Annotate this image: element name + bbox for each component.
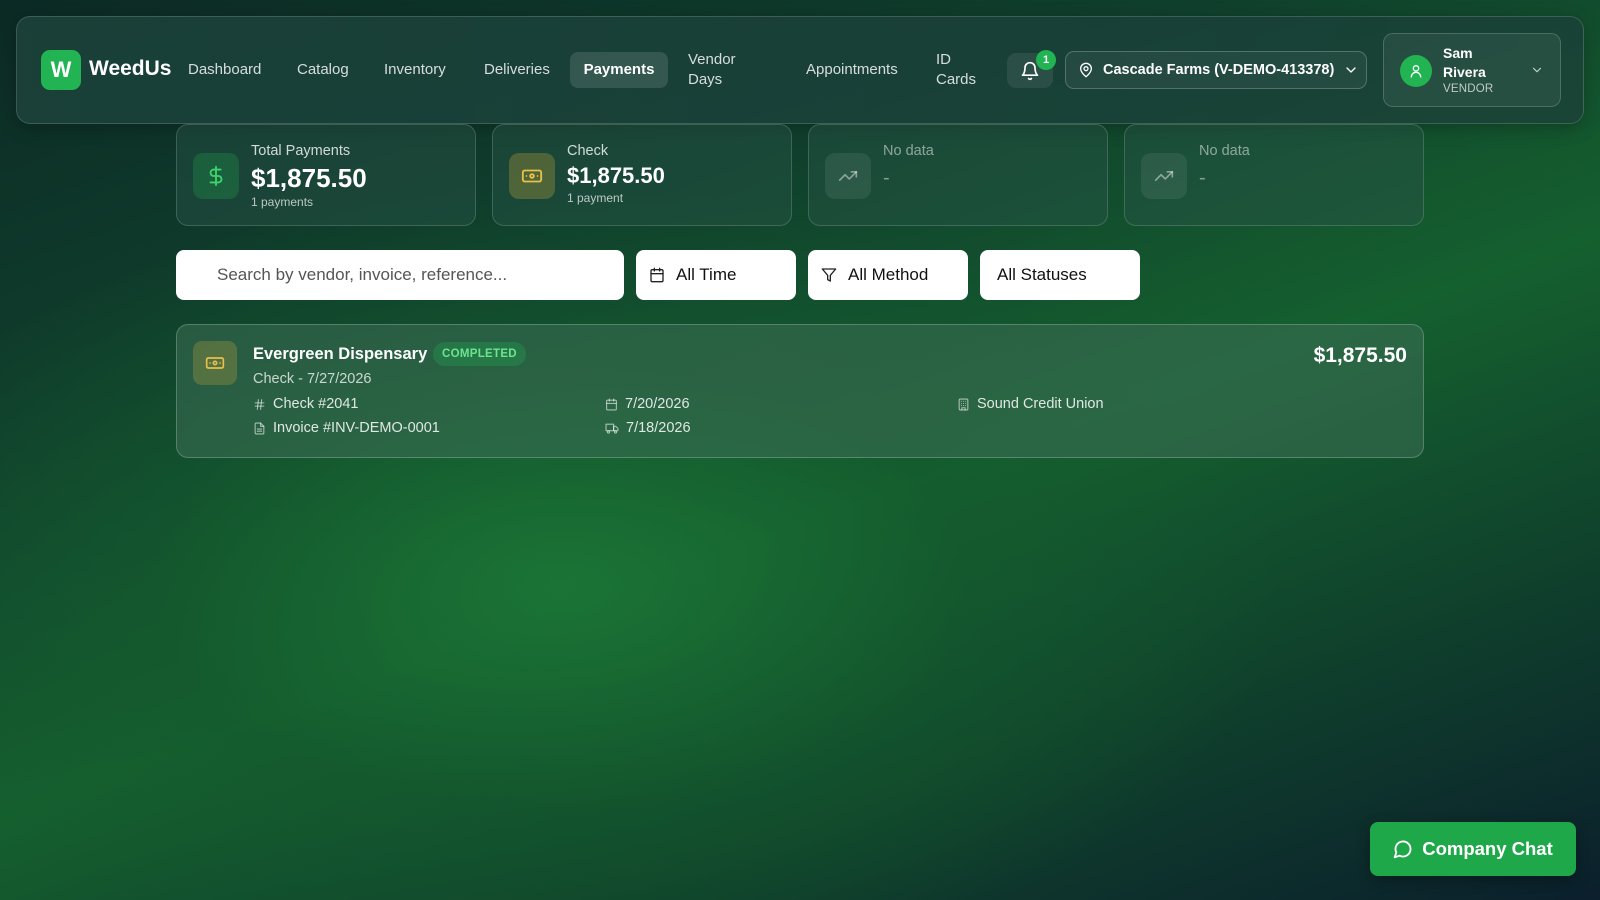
user-menu[interactable]: Sam Rivera VENDOR: [1383, 33, 1561, 107]
bank-name: Sound Credit Union: [957, 396, 1104, 412]
company-chat-label: Company Chat: [1422, 838, 1553, 859]
stat-value: $1,875.50: [567, 163, 665, 188]
status-filter-select[interactable]: All Statuses: [980, 250, 1140, 300]
user-icon: [1410, 65, 1422, 78]
stat-label: No data: [883, 143, 934, 159]
bank-name-text: Sound Credit Union: [977, 396, 1104, 412]
payment-vendor-name: Evergreen Dispensary: [253, 345, 428, 363]
delivery-date: 7/18/2026: [605, 420, 691, 436]
chevron-down-icon: [1530, 63, 1544, 77]
file-icon: [253, 422, 266, 435]
user-name: Sam Rivera: [1443, 45, 1486, 80]
dollar-icon: [193, 153, 239, 199]
stat-card-empty: No data -: [1124, 124, 1424, 226]
stat-value: -: [883, 167, 890, 189]
method-filter-value: All Methods: [848, 265, 928, 284]
stat-value: -: [1199, 167, 1206, 189]
filter-icon: [821, 267, 837, 283]
chevron-down-icon: [1343, 62, 1359, 78]
truck-icon: [605, 422, 619, 435]
invoice-number-text: Invoice #INV-DEMO-0001: [273, 420, 440, 436]
nav-appointments[interactable]: Appointments: [806, 60, 898, 80]
stat-card-total-payments: Total Payments $1,875.50 1 payments: [176, 124, 476, 226]
stat-label: Check: [567, 143, 609, 159]
company-chat-button[interactable]: Company Chat: [1370, 822, 1576, 876]
hash-icon: [253, 398, 266, 411]
check-number-text: Check #2041: [273, 396, 359, 412]
map-pin-icon: [1078, 62, 1094, 78]
nav-vendor-days[interactable]: Vendor Days: [688, 50, 758, 90]
banknote-icon: [193, 341, 237, 385]
stat-subtext: 1 payment: [567, 191, 624, 205]
nav-dashboard[interactable]: Dashboard: [188, 60, 261, 80]
check-number: Check #2041: [253, 396, 358, 412]
user-role: VENDOR: [1443, 83, 1494, 95]
time-filter-select[interactable]: All Time: [636, 250, 796, 300]
nav-catalog[interactable]: Catalog: [297, 60, 349, 80]
banknote-icon: [509, 153, 555, 199]
logo-letter: W: [50, 57, 72, 82]
brand-name[interactable]: WeedUs: [89, 57, 171, 81]
nav-payments[interactable]: Payments: [570, 52, 668, 88]
calendar-icon: [605, 398, 618, 411]
payment-date: 7/20/2026: [605, 396, 690, 412]
stat-value: $1,875.50: [251, 163, 367, 193]
search-input[interactable]: [176, 250, 624, 300]
payment-list-item[interactable]: Evergreen Dispensary COMPLETED Check - 7…: [176, 324, 1424, 458]
trending-up-icon: [825, 153, 871, 199]
trending-up-icon: [1141, 153, 1187, 199]
calendar-icon: [649, 267, 665, 283]
vendor-selector[interactable]: Cascade Farms (V-DEMO-413378): [1065, 51, 1367, 89]
status-filter-value: All Statuses: [997, 265, 1087, 284]
payment-method-date: Check - 7/27/2026: [253, 371, 372, 387]
nav-inventory[interactable]: Inventory: [384, 60, 446, 80]
payment-amount: $1,875.50: [1313, 344, 1407, 367]
stat-label: Total Payments: [251, 143, 351, 159]
time-filter-value: All Time: [676, 265, 737, 284]
notification-count-badge: 1: [1036, 50, 1056, 70]
message-circle-icon: [1393, 839, 1413, 859]
method-filter-select[interactable]: All Methods: [808, 250, 968, 300]
top-navbar: W WeedUs Dashboard Catalog Inventory Del…: [16, 16, 1584, 124]
stat-card-check: Check $1,875.50 1 payment: [492, 124, 792, 226]
vendor-selector-value: Cascade Farms (V-DEMO-413378): [1103, 62, 1335, 78]
logo-icon[interactable]: W: [41, 50, 81, 90]
building-icon: [957, 398, 970, 411]
invoice-number: Invoice #INV-DEMO-0001: [253, 420, 440, 436]
nav-id-cards[interactable]: ID Cards: [936, 50, 986, 90]
payment-date-text: 7/20/2026: [625, 396, 690, 412]
status-badge: COMPLETED: [433, 342, 526, 366]
avatar: [1400, 55, 1432, 87]
delivery-date-text: 7/18/2026: [626, 420, 691, 436]
stat-label: No data: [1199, 143, 1250, 159]
stat-subtext: 1 payments: [251, 195, 314, 209]
stat-card-empty: No data -: [808, 124, 1108, 226]
nav-deliveries[interactable]: Deliveries: [484, 60, 550, 80]
